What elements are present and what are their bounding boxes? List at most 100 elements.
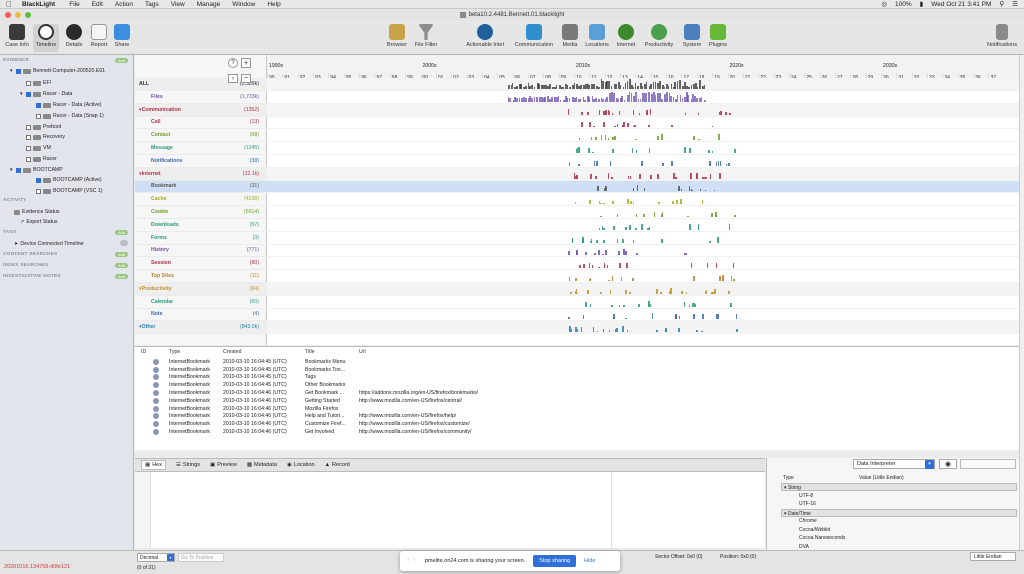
category-row[interactable]: Note (4) — [135, 309, 267, 322]
tab-location[interactable]: ◉ Location — [287, 462, 315, 468]
timeline-lane[interactable] — [267, 321, 1019, 335]
media-button[interactable]: Media — [559, 24, 581, 48]
category-row[interactable]: ▾ Communication (1352) — [135, 103, 267, 117]
browser-button[interactable]: Browser — [385, 24, 409, 48]
category-row[interactable]: Bookmark (31) — [135, 180, 267, 194]
evidence-tree-item[interactable]: Preboot — [20, 124, 61, 130]
table-row[interactable]: InternetBookmark 2010-03-10 16:04:46 (UTC… — [135, 413, 1019, 421]
category-row[interactable]: Downloads (57) — [135, 219, 267, 232]
battery-label[interactable]: 100% — [895, 1, 912, 8]
menu-edit[interactable]: Edit — [92, 1, 103, 8]
interpreter-row[interactable]: ▾ String — [781, 483, 1017, 491]
timeline-lane[interactable] — [267, 245, 1019, 258]
evidence-checkbox[interactable] — [26, 145, 31, 151]
col-type[interactable]: Type — [169, 349, 180, 355]
internet-button[interactable]: Internet — [613, 24, 639, 48]
battery-icon[interactable]: ▮ — [920, 0, 924, 8]
apple-icon[interactable]:  — [6, 0, 12, 9]
tab-hex[interactable]: ▦ Hex — [141, 460, 166, 470]
evidence-checkbox[interactable] — [36, 188, 41, 194]
category-row[interactable]: ▾ Other (843.0k) — [135, 321, 267, 335]
table-row[interactable]: InternetBookmark 2010-03-10 16:04:45 (UTC… — [135, 366, 1019, 374]
hide-banner-button[interactable]: Hide — [584, 558, 595, 564]
actionable-intel-button[interactable]: Actionable Intel — [462, 24, 508, 48]
timeline-lane[interactable] — [267, 117, 1019, 130]
menu-tags[interactable]: Tags — [145, 1, 159, 8]
timeline-lane[interactable] — [267, 219, 1019, 232]
add-note-button[interactable]: Add — [115, 274, 128, 279]
menu-file[interactable]: File — [69, 1, 79, 8]
clock[interactable]: Wed Oct 21 3:41 PM — [931, 1, 991, 8]
timeline-lane[interactable] — [267, 180, 1019, 194]
interpreter-row[interactable]: Cocoa Nanoseconds — [781, 534, 1017, 542]
wifi-icon[interactable]: ◎ — [881, 0, 887, 8]
evidence-tree-item[interactable]: Racer - Data (Active) — [30, 102, 101, 108]
search-icon[interactable]: ⚲ — [999, 0, 1004, 8]
evidence-tree-item[interactable]: BOOTCAMP (VSC 1) — [30, 188, 102, 194]
timeline-lane[interactable] — [267, 232, 1019, 245]
timeline-button[interactable]: Timeline — [33, 24, 59, 52]
endian-select[interactable]: Little Endian — [970, 552, 1016, 561]
category-row[interactable]: History (771) — [135, 245, 267, 258]
category-row[interactable]: Cache (4238) — [135, 193, 267, 207]
category-row[interactable]: ▾ Productivity (64) — [135, 283, 267, 296]
category-row[interactable]: Forms (3) — [135, 232, 267, 245]
evidence-checkbox[interactable] — [16, 167, 21, 173]
add-index-search-button[interactable]: Add — [115, 263, 128, 268]
table-row[interactable]: InternetBookmark 2010-03-10 16:04:46 (UTC… — [135, 389, 1019, 397]
category-row[interactable]: Message (1245) — [135, 142, 267, 155]
evidence-checkbox[interactable] — [26, 124, 31, 130]
category-row[interactable]: Contact (58) — [135, 129, 267, 143]
zoom-in-icon[interactable]: + — [241, 58, 251, 68]
category-row[interactable]: Calendar (60) — [135, 296, 267, 309]
evidence-checkbox[interactable] — [36, 113, 41, 119]
disclosure-triangle-icon[interactable]: ▾ — [20, 91, 24, 97]
menu-extras-icon[interactable]: ☰ — [1012, 0, 1018, 8]
go-to-position-input[interactable]: Go To Position — [178, 553, 224, 562]
col-created[interactable]: Created — [223, 349, 241, 355]
interpreter-row[interactable]: Cocoa/Webkit — [781, 526, 1017, 534]
system-button[interactable]: System — [680, 24, 704, 48]
timeline-lane[interactable] — [267, 296, 1019, 309]
eye-icon[interactable]: ◉ — [939, 459, 957, 469]
evidence-tree-item[interactable]: BOOTCAMP (Active) — [30, 177, 102, 183]
details-button[interactable]: Details — [62, 24, 86, 48]
table-row[interactable]: InternetBookmark 2010-03-10 16:04:46 (UTC… — [135, 420, 1019, 428]
timeline-lane[interactable] — [267, 91, 1019, 104]
table-row[interactable]: InternetBookmark 2010-03-10 16:04:45 (UTC… — [135, 374, 1019, 382]
zoom-out-icon[interactable]: − — [241, 74, 251, 83]
col-id[interactable]: ID — [141, 349, 146, 355]
share-button[interactable]: Share — [111, 24, 133, 48]
menu-help[interactable]: Help — [267, 1, 280, 8]
zoom-window-button[interactable] — [25, 12, 31, 18]
add-content-search-button[interactable]: Add — [115, 252, 128, 257]
evidence-checkbox[interactable] — [26, 156, 31, 162]
tag-item[interactable]: ➤ Device Connected Timeline — [14, 241, 84, 247]
interpreter-row[interactable]: UTF-16 — [781, 500, 1017, 508]
evidence-tree-item[interactable]: Racer — [20, 156, 57, 162]
evidence-tree-item[interactable]: Recovery — [20, 134, 65, 140]
evidence-tree-item[interactable]: ▾ Bennett-Computer-200520.E01 — [10, 68, 105, 74]
timeline-lane[interactable] — [267, 142, 1019, 155]
timeline-lane[interactable] — [267, 270, 1019, 283]
evidence-checkbox[interactable] — [36, 102, 41, 108]
tab-preview[interactable]: ▣ Preview — [210, 462, 237, 468]
interpreter-option-select[interactable] — [960, 459, 1016, 469]
menu-window[interactable]: Window — [232, 1, 255, 8]
evidence-checkbox[interactable] — [26, 134, 31, 140]
menu-manage[interactable]: Manage — [197, 1, 221, 8]
evidence-tree-item[interactable]: EFI — [20, 80, 51, 86]
evidence-status-item[interactable]: Evidence Status — [14, 209, 60, 215]
locations-button[interactable]: Locations — [583, 24, 611, 48]
evidence-tree-item[interactable]: VM — [20, 145, 51, 151]
timeline-lane[interactable] — [267, 167, 1019, 181]
interpreter-row[interactable]: Chrome — [781, 517, 1017, 525]
scroll-left-icon[interactable]: ‹ — [228, 74, 238, 83]
table-row[interactable]: InternetBookmark 2010-03-10 16:04:46 (UTC… — [135, 397, 1019, 405]
tab-strings[interactable]: ☰ Strings — [176, 462, 200, 468]
interpreter-row[interactable]: ▾ Date/Time — [781, 508, 1017, 517]
hex-view[interactable] — [135, 472, 765, 548]
menu-view[interactable]: View — [171, 1, 185, 8]
category-row[interactable]: Top Sites (11) — [135, 270, 267, 283]
disclosure-triangle-icon[interactable]: ▾ — [10, 68, 14, 74]
